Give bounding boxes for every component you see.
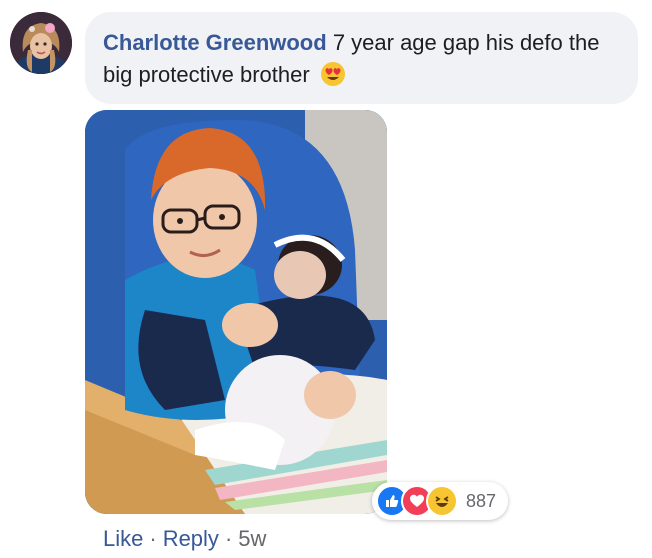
separator-dot: · bbox=[149, 526, 157, 551]
comment-actions: Like · Reply · 5w bbox=[103, 524, 266, 554]
photo-image bbox=[85, 110, 387, 514]
heart-eyes-emoji-icon bbox=[320, 61, 346, 96]
commenter-avatar[interactable] bbox=[10, 12, 72, 74]
separator-dot: · bbox=[224, 526, 233, 551]
reaction-count: 887 bbox=[466, 490, 497, 511]
comment-author-link[interactable]: Charlotte Greenwood bbox=[103, 30, 327, 55]
avatar-image bbox=[10, 12, 72, 74]
haha-icon bbox=[426, 485, 458, 517]
reactions-summary[interactable]: 887 bbox=[372, 482, 508, 520]
comment-timestamp[interactable]: 5w bbox=[238, 526, 266, 551]
comment-photo[interactable] bbox=[85, 110, 387, 514]
like-link[interactable]: Like bbox=[103, 526, 143, 551]
reply-link[interactable]: Reply bbox=[163, 526, 219, 551]
comment-bubble: Charlotte Greenwood 7 year age gap his d… bbox=[85, 12, 638, 104]
